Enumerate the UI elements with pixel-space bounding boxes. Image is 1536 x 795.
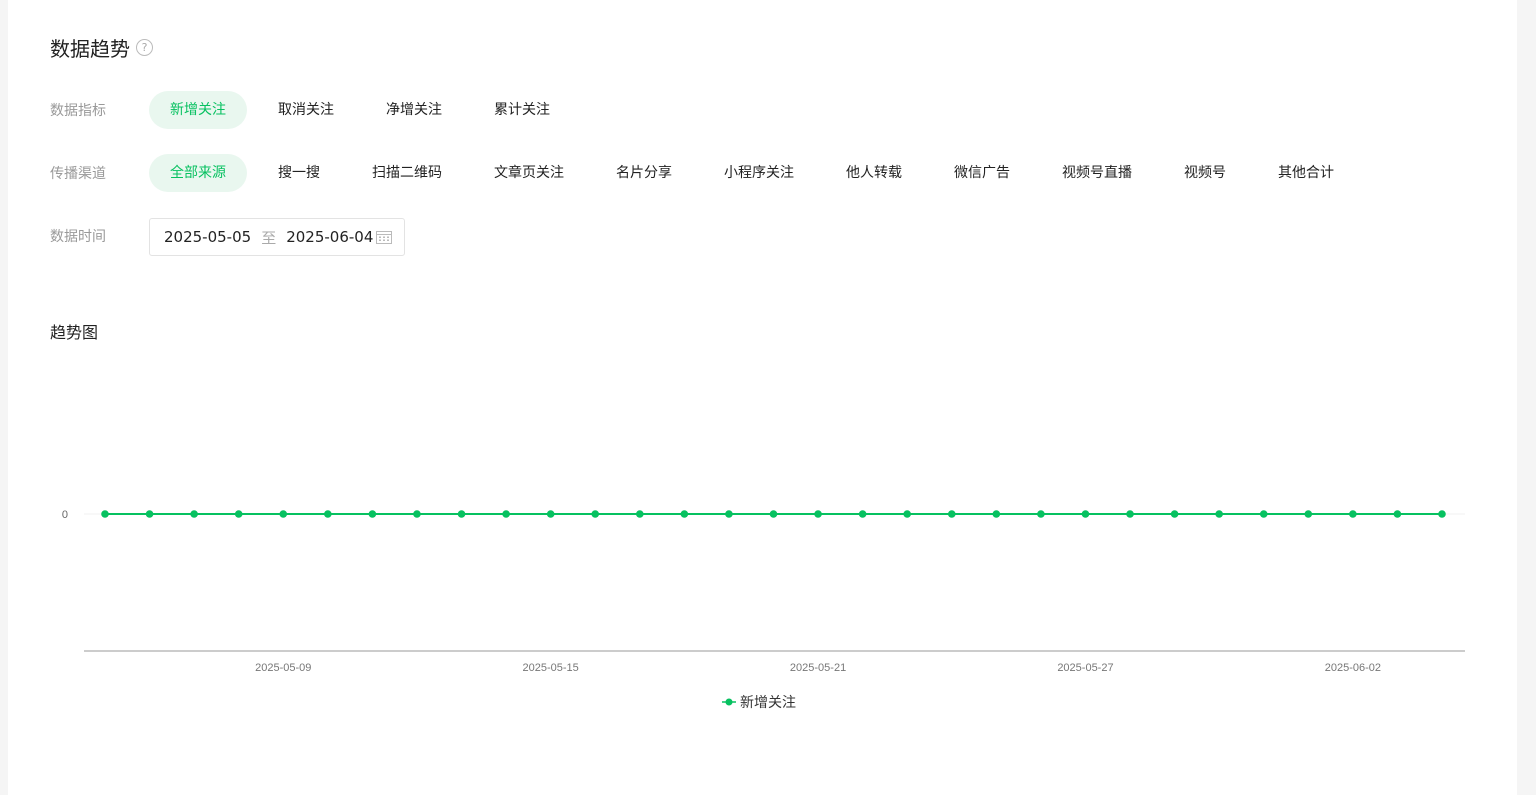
date-filter-label: 数据时间 <box>50 229 106 245</box>
channel-option-search[interactable]: 搜一搜 <box>257 154 341 192</box>
metric-option-unfollows[interactable]: 取消关注 <box>257 91 355 129</box>
date-filter-row: 数据时间 2025-05-05 至 2025-06-04 <box>50 218 405 256</box>
x-tick-label: 2025-05-09 <box>255 662 311 674</box>
channel-option-reposts[interactable]: 他人转载 <box>825 154 923 192</box>
channel-options: 全部来源 搜一搜 扫描二维码 文章页关注 名片分享 小程序关注 他人转载 微信广… <box>149 154 1365 192</box>
data-point <box>413 510 421 518</box>
question-circle-icon[interactable]: ? <box>136 38 153 56</box>
y-tick-label: 0 <box>62 509 68 521</box>
chart-legend[interactable]: 新增关注 <box>722 690 796 714</box>
data-point <box>769 510 778 518</box>
data-point <box>1081 510 1090 518</box>
channel-filter-label: 传播渠道 <box>50 166 106 182</box>
page-title: 数据趋势 <box>50 36 130 61</box>
data-point <box>1126 510 1134 518</box>
x-tick-label: 2025-05-15 <box>523 662 579 674</box>
x-tick-label: 2025-05-21 <box>790 662 846 674</box>
data-point <box>1170 510 1179 518</box>
legend-label: 新增关注 <box>740 695 796 711</box>
channel-option-wechat-ads[interactable]: 微信广告 <box>933 154 1031 192</box>
date-range-picker[interactable]: 2025-05-05 至 2025-06-04 <box>149 218 405 256</box>
x-tick-label: 2025-05-27 <box>1057 662 1113 674</box>
data-point <box>814 510 822 518</box>
data-point <box>190 510 198 518</box>
legend-line-marker-icon <box>722 698 736 706</box>
data-point <box>1259 510 1268 518</box>
metric-option-total-follows[interactable]: 累计关注 <box>473 91 571 129</box>
date-end[interactable]: 2025-06-04 <box>286 228 376 246</box>
data-point <box>546 510 555 518</box>
channel-option-scan-qr[interactable]: 扫描二维码 <box>351 154 463 192</box>
channel-option-other-total[interactable]: 其他合计 <box>1257 154 1355 192</box>
metric-options: 新增关注 取消关注 净增关注 累计关注 <box>149 91 581 129</box>
data-point <box>502 510 510 518</box>
data-point <box>457 510 466 518</box>
channel-option-article-page[interactable]: 文章页关注 <box>473 154 585 192</box>
data-point <box>903 510 911 518</box>
channel-option-channels-live[interactable]: 视频号直播 <box>1041 154 1153 192</box>
data-point <box>1215 510 1223 518</box>
channel-option-all-sources[interactable]: 全部来源 <box>149 154 247 192</box>
data-point <box>1349 510 1357 518</box>
data-point <box>1037 510 1045 518</box>
metric-filter-label: 数据指标 <box>50 103 106 119</box>
data-point <box>591 510 600 518</box>
metric-option-new-follows[interactable]: 新增关注 <box>149 91 247 129</box>
data-point <box>1393 510 1402 518</box>
data-point <box>858 510 867 518</box>
title-row: 数据趋势 ? <box>50 33 153 61</box>
trend-chart: 0 2025-05-09 2025-05-15 2025-05-21 2025-05-2… <box>62 509 1465 674</box>
channel-option-channels[interactable]: 视频号 <box>1163 154 1247 192</box>
metric-option-net-follows[interactable]: 净增关注 <box>365 91 463 129</box>
chart-section-title: 趋势图 <box>50 323 99 342</box>
data-point <box>368 510 377 518</box>
channel-option-mini-program[interactable]: 小程序关注 <box>703 154 815 192</box>
data-point <box>145 510 154 518</box>
metric-filter-row: 数据指标 新增关注 取消关注 净增关注 累计关注 <box>50 91 581 129</box>
data-point <box>1438 510 1446 518</box>
date-start[interactable]: 2025-05-05 <box>164 228 251 246</box>
data-trend-card: 数据趋势 ? 数据指标 新增关注 取消关注 净增关注 累计关注 传播渠道 全部来… <box>8 0 1517 795</box>
data-point <box>947 510 956 518</box>
channel-option-card-share[interactable]: 名片分享 <box>595 154 693 192</box>
data-point <box>725 510 733 518</box>
data-point <box>992 510 1001 518</box>
data-point <box>234 510 243 518</box>
data-point <box>1304 510 1313 518</box>
channel-filter-row: 传播渠道 全部来源 搜一搜 扫描二维码 文章页关注 名片分享 小程序关注 他人转… <box>50 154 1365 192</box>
data-point <box>636 510 644 518</box>
data-point <box>101 510 109 518</box>
date-separator: 至 <box>261 228 277 247</box>
calendar-icon[interactable] <box>376 230 392 244</box>
x-tick-label: 2025-06-02 <box>1325 662 1381 674</box>
data-point <box>324 510 332 518</box>
data-point <box>680 510 689 518</box>
data-point <box>279 510 288 518</box>
